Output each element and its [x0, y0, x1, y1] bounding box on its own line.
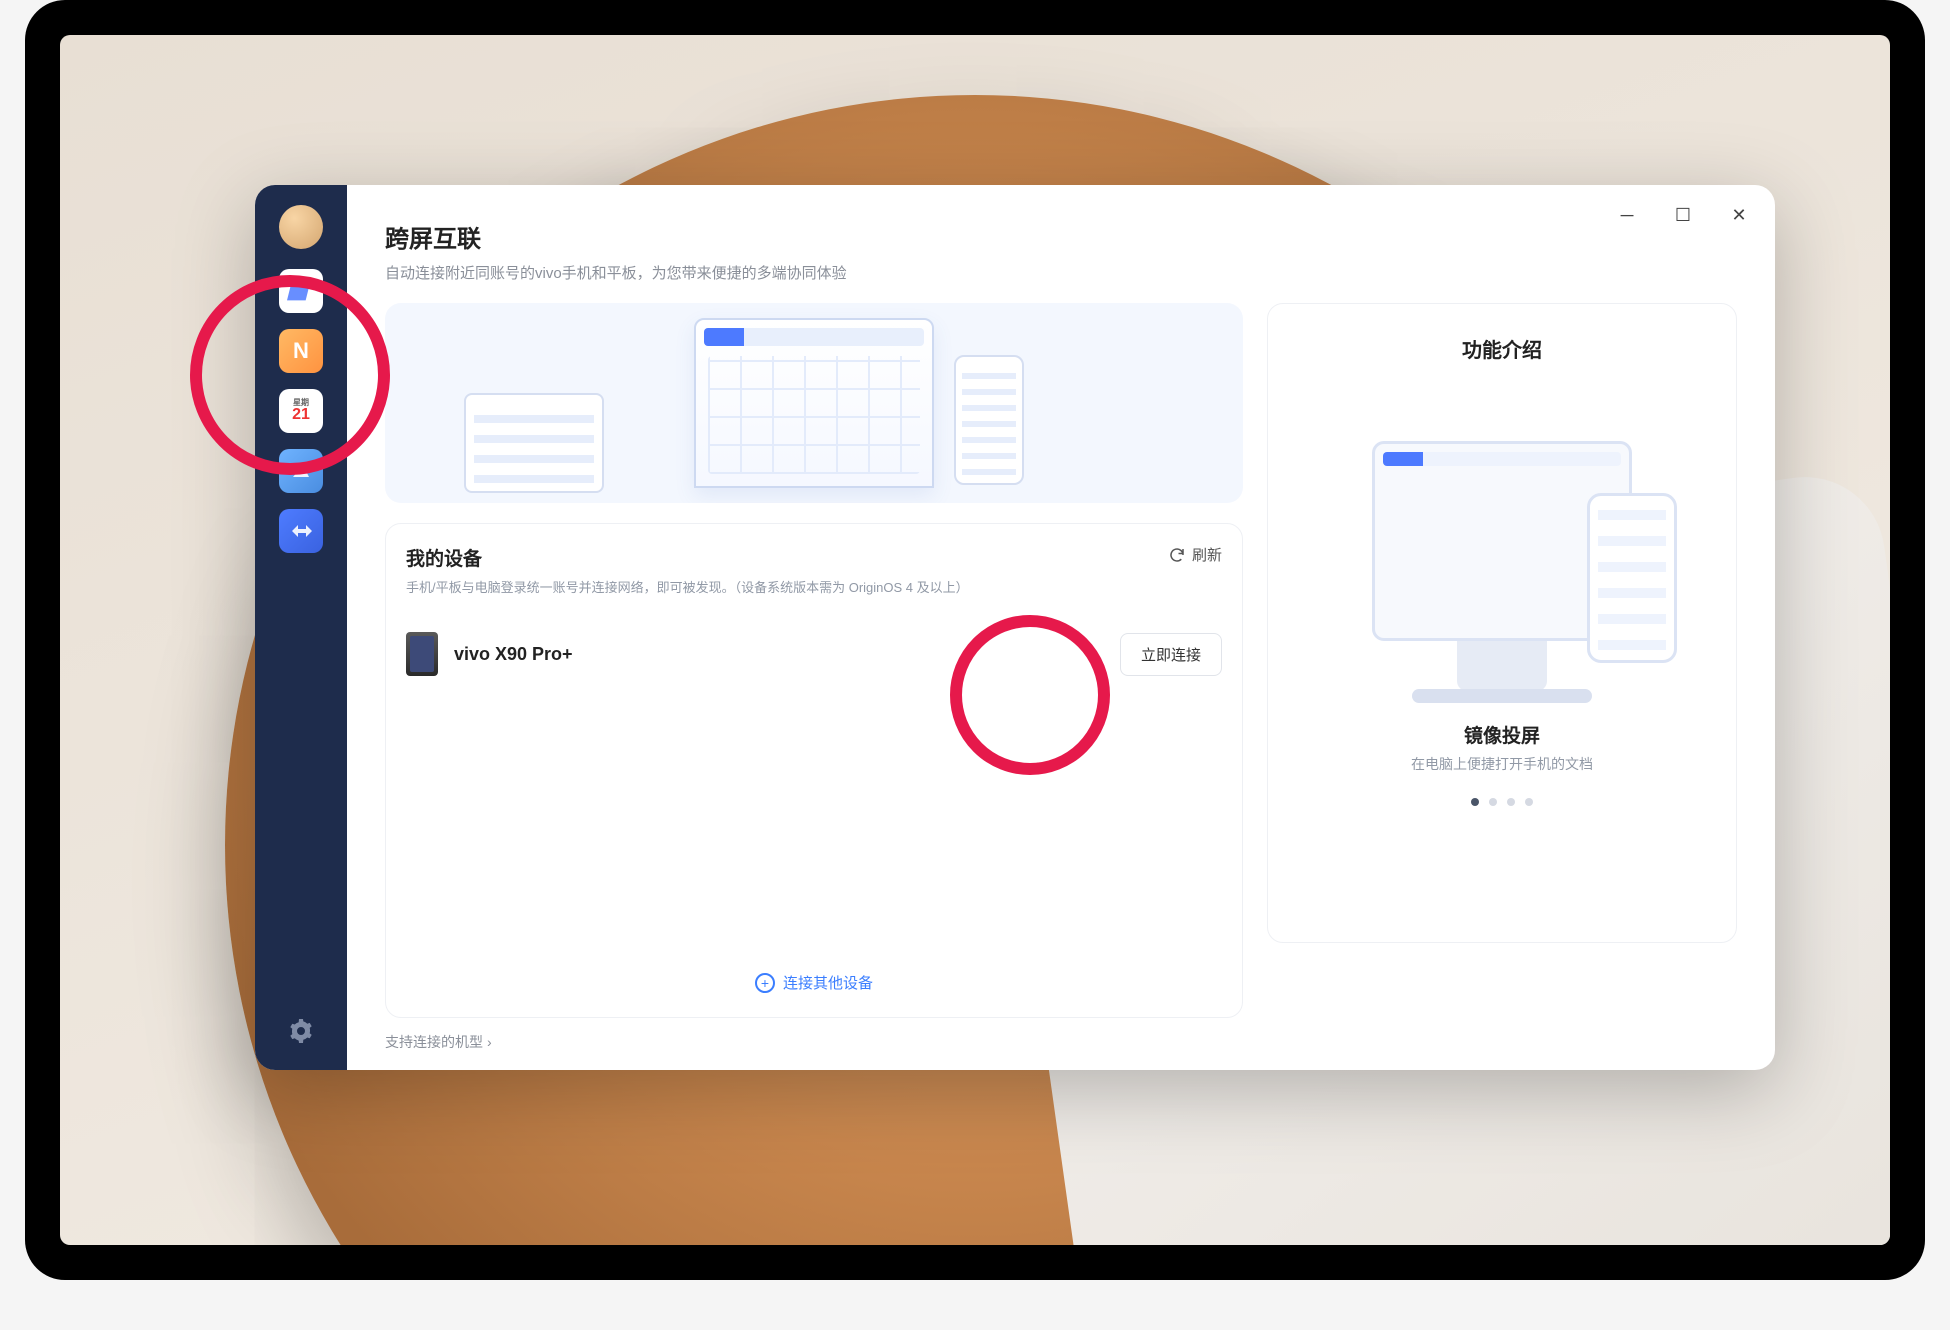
sidebar: N 星期 21 [255, 185, 347, 1070]
user-avatar[interactable] [279, 205, 323, 249]
illus-monitor [694, 318, 934, 488]
monitor-frame: N 星期 21 ─ ☐ [25, 0, 1925, 1280]
sidebar-item-gallery[interactable] [279, 449, 323, 493]
refresh-icon [1168, 546, 1186, 564]
illus-tablet [464, 393, 604, 493]
refresh-button[interactable]: 刷新 [1168, 544, 1222, 565]
desktop-screen: N 星期 21 ─ ☐ [60, 35, 1890, 1245]
sidebar-item-sync[interactable] [279, 509, 323, 553]
notes-icon: N [293, 338, 309, 364]
sidebar-item-calendar[interactable]: 星期 21 [279, 389, 323, 433]
refresh-label: 刷新 [1192, 544, 1222, 565]
minimize-button[interactable]: ─ [1611, 199, 1643, 231]
carousel-dot-1[interactable] [1471, 798, 1479, 806]
crossscreen-icon [279, 269, 323, 313]
close-button[interactable]: ✕ [1723, 199, 1755, 231]
gear-icon [289, 1019, 313, 1043]
content-row: 我的设备 手机/平板与电脑登录统一账号并连接网络，即可被发现。（设备系统版本需为… [385, 303, 1737, 1018]
illus-phone [954, 355, 1024, 485]
carousel-dot-3[interactable] [1507, 798, 1515, 806]
feature-illus-stand [1457, 641, 1547, 691]
main-content: ─ ☐ ✕ 跨屏互联 自动连接附近同账号的vivo手机和平板，为您带来便捷的多端… [347, 185, 1775, 1070]
sidebar-item-notes[interactable]: N [279, 329, 323, 373]
connect-now-button[interactable]: 立即连接 [1120, 633, 1222, 676]
feature-name: 镜像投屏 [1464, 721, 1540, 748]
left-column: 我的设备 手机/平板与电脑登录统一账号并连接网络，即可被发现。（设备系统版本需为… [385, 303, 1243, 1018]
my-devices-card: 我的设备 手机/平板与电脑登录统一账号并连接网络，即可被发现。（设备系统版本需为… [385, 523, 1243, 1018]
gallery-icon [289, 459, 313, 483]
page-subtitle: 自动连接附近同账号的vivo手机和平板，为您带来便捷的多端协同体验 [385, 262, 1737, 283]
feature-illus-phone [1587, 493, 1677, 663]
plus-icon: + [755, 973, 775, 993]
right-column: 功能介绍 镜像投屏 在电脑上便捷打开手机的文档 [1267, 303, 1737, 1018]
phone-icon [406, 632, 438, 676]
device-name: vivo X90 Pro+ [454, 644, 573, 665]
feature-illustration [1337, 393, 1667, 703]
connect-other-device-button[interactable]: + 连接其他设备 [406, 958, 1222, 997]
feature-illus-base [1412, 689, 1592, 703]
chevron-right-icon: › [487, 1034, 492, 1050]
window-controls: ─ ☐ ✕ [1611, 199, 1755, 231]
feature-intro-card: 功能介绍 镜像投屏 在电脑上便捷打开手机的文档 [1267, 303, 1737, 943]
hero-illustration-card [385, 303, 1243, 503]
feature-heading: 功能介绍 [1462, 334, 1542, 363]
app-window: N 星期 21 ─ ☐ [255, 185, 1775, 1070]
sidebar-settings-button[interactable] [286, 1016, 316, 1046]
supported-models-label: 支持连接的机型 [385, 1032, 483, 1052]
connect-other-label: 连接其他设备 [783, 972, 873, 993]
device-row: vivo X90 Pro+ 立即连接 [406, 628, 1222, 680]
carousel-dots [1471, 798, 1533, 806]
devices-title: 我的设备 [406, 544, 969, 571]
sidebar-item-crossscreen[interactable] [279, 269, 323, 313]
carousel-dot-2[interactable] [1489, 798, 1497, 806]
supported-models-link[interactable]: 支持连接的机型 › [385, 1032, 1737, 1052]
feature-description: 在电脑上便捷打开手机的文档 [1411, 754, 1593, 774]
calendar-day: 21 [292, 407, 310, 423]
carousel-dot-4[interactable] [1525, 798, 1533, 806]
devices-subtitle: 手机/平板与电脑登录统一账号并连接网络，即可被发现。（设备系统版本需为 Orig… [406, 577, 969, 596]
page-title: 跨屏互联 [385, 219, 1737, 254]
maximize-button[interactable]: ☐ [1667, 199, 1699, 231]
sync-icon [289, 519, 313, 543]
illus-grid [708, 356, 920, 474]
